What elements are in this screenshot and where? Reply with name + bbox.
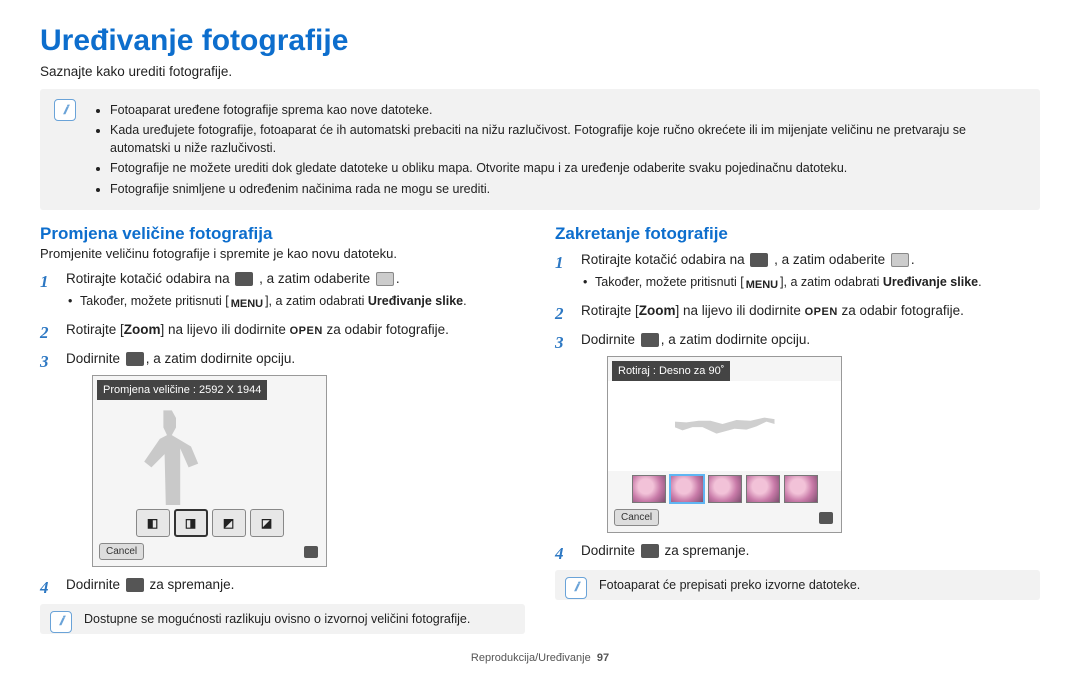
cancel-button[interactable]: Cancel — [614, 509, 659, 526]
rotate-option-thumb[interactable] — [708, 475, 742, 503]
rotate-step-1: Rotirajte kotačić odabira na , a zatim o… — [555, 250, 1040, 294]
resize-option-row: ◧ ◨ ◩ ◪ — [93, 505, 326, 541]
resize-option-button[interactable]: ◧ — [136, 509, 170, 537]
save-icon[interactable] — [304, 546, 318, 558]
rotate-step-2: Rotirajte [Zoom] na lijevo ili dodirnite… — [555, 301, 1040, 321]
rotate-screenshot: Rotiraj : Desno za 90˚ Cancel — [607, 356, 842, 534]
resize-step-1-note: Također, možete pritisnuti [MENU], a zat… — [66, 292, 525, 313]
rotate-tool-icon — [641, 333, 659, 347]
note-icon: 𝒊 — [50, 611, 72, 633]
right-column: Zakretanje fotografije Rotirajte kotačić… — [555, 224, 1040, 634]
note-icon: 𝒊 — [54, 99, 76, 121]
page-footer: Reprodukcija/Uređivanje 97 — [40, 652, 1040, 664]
step-text: , a zatim odaberite — [259, 271, 374, 286]
page-lead: Saznajte kako urediti fotografije. — [40, 64, 1040, 79]
save-icon — [126, 578, 144, 592]
resize-step-1: Rotirajte kotačić odabira na , a zatim o… — [40, 269, 525, 313]
resize-screenshot: Promjena veličine : 2592 X 1944 ◧ ◨ ◩ ◪ … — [92, 375, 327, 568]
sample-silhouette-icon — [143, 410, 203, 505]
save-icon[interactable] — [819, 512, 833, 524]
page-title: Uređivanje fotografije — [40, 24, 1040, 58]
info-item: Fotografije ne možete urediti dok gledat… — [110, 159, 1028, 177]
resize-step-3: Dodirnite , a zatim dodirnite opciju. Pr… — [40, 349, 525, 568]
rotate-option-thumb[interactable] — [746, 475, 780, 503]
menu-button-icon: MENU — [744, 277, 780, 294]
rotate-option-thumb[interactable] — [632, 475, 666, 503]
rotate-step-3: Dodirnite , a zatim dodirnite opciju. Ro… — [555, 330, 1040, 534]
screenshot-caption: Rotiraj : Desno za 90˚ — [612, 361, 730, 382]
menu-button-icon: MENU — [229, 296, 265, 313]
info-item: Kada uređujete fotografije, fotoaparat ć… — [110, 121, 1028, 157]
resize-note: 𝒊 Dostupne se mogućnosti razlikuju ovisn… — [40, 604, 525, 634]
sample-silhouette-icon — [675, 406, 775, 446]
resize-option-button[interactable]: ◩ — [212, 509, 246, 537]
mode-dial-icon — [750, 253, 768, 267]
rotate-note: 𝒊 Fotoaparat će prepisati preko izvorne … — [555, 570, 1040, 600]
info-item: Fotografije snimljene u određenim načini… — [110, 180, 1028, 198]
resize-subhead: Promjenite veličinu fotografije i spremi… — [40, 246, 525, 261]
resize-heading: Promjena veličine fotografija — [40, 224, 525, 244]
resize-option-button[interactable]: ◪ — [250, 509, 284, 537]
rotate-step-1-note: Također, možete pritisnuti [MENU], a zat… — [581, 273, 1040, 294]
edit-icon — [891, 253, 909, 267]
resize-step-4: Dodirnite za spremanje. — [40, 575, 525, 595]
rotate-option-thumb[interactable] — [670, 475, 704, 503]
note-icon: 𝒊 — [565, 577, 587, 599]
resize-option-button[interactable]: ◨ — [174, 509, 208, 537]
rotate-thumb-row — [608, 471, 841, 507]
screenshot-caption: Promjena veličine : 2592 X 1944 — [97, 380, 267, 401]
resize-step-2: Rotirajte [Zoom] na lijevo ili dodirnite… — [40, 320, 525, 340]
rotate-heading: Zakretanje fotografije — [555, 224, 1040, 244]
rotate-option-thumb[interactable] — [784, 475, 818, 503]
left-column: Promjena veličine fotografija Promjenite… — [40, 224, 525, 634]
cancel-button[interactable]: Cancel — [99, 543, 144, 560]
resize-tool-icon — [126, 352, 144, 366]
mode-dial-icon — [235, 272, 253, 286]
save-icon — [641, 544, 659, 558]
step-text: Rotirajte kotačić odabira na — [66, 271, 233, 286]
info-band: 𝒊 Fotoaparat uređene fotografije sprema … — [40, 89, 1040, 210]
edit-icon — [376, 272, 394, 286]
rotate-step-4: Dodirnite za spremanje. — [555, 541, 1040, 561]
info-item: Fotoaparat uređene fotografije sprema ka… — [110, 101, 1028, 119]
